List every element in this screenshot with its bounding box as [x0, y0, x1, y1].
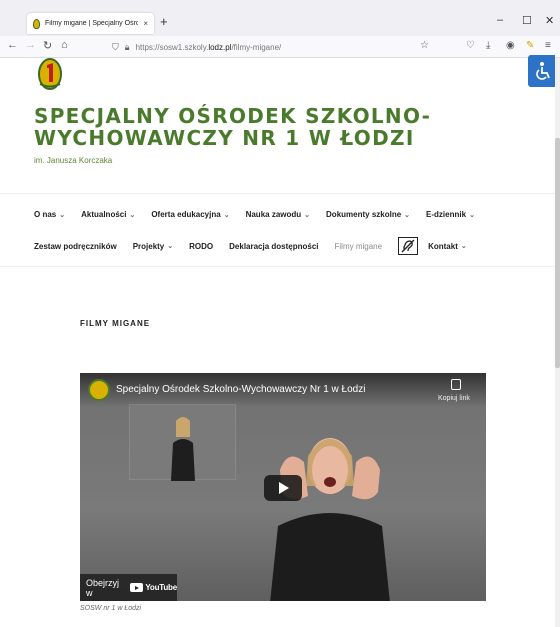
divider — [0, 193, 555, 194]
menu-item-label: Aktualności — [81, 210, 127, 219]
menu-item-label: RODO — [189, 241, 214, 251]
chevron-down-icon: ⌄ — [59, 211, 66, 219]
chevron-down-icon: ⌄ — [167, 243, 174, 250]
play-icon — [279, 482, 289, 494]
menu-item-kontakt[interactable]: Kontakt ⌄ — [428, 237, 467, 255]
deaf-accessibility-icon[interactable] — [398, 237, 419, 255]
chevron-down-icon: ⌄ — [304, 211, 311, 219]
menu-item-projekty[interactable]: Projekty ⌄ — [133, 237, 173, 255]
watch-on-label: Obejrzyj w — [86, 577, 120, 598]
menu-item-aktualności[interactable]: Aktualności ⌄ — [81, 210, 135, 219]
menu-item-label: Nauka zawodu — [245, 210, 302, 219]
favicon-icon — [33, 18, 40, 29]
menu-item-deklaracja-dostępności[interactable]: Deklaracja dostępności — [229, 237, 318, 255]
scrollbar[interactable] — [555, 58, 560, 627]
accessibility-button[interactable] — [528, 55, 555, 87]
site-title[interactable]: SPECJALNY OŚRODEK SZKOLNO- WYCHOWAWCZY N… — [34, 105, 474, 149]
menu-item-e-dziennik[interactable]: E-dziennik ⌄ — [426, 210, 475, 219]
url-text: https://sosw1.szkoly.lodz.pl/filmy-migan… — [135, 42, 282, 52]
browser-nav-bar: ← → ↻ ⌂ ⛉ 🔒︎ https://sosw1.szkoly.lodz.p… — [0, 36, 560, 58]
video-caption: SOSW nr 1 w Łodzi — [80, 605, 142, 612]
menu-item-nauka-zawodu[interactable]: Nauka zawodu ⌄ — [246, 210, 310, 219]
video-inset-frame — [129, 404, 236, 481]
reload-icon[interactable]: ↻ — [43, 39, 52, 52]
close-window-icon[interactable]: ✕ — [545, 14, 554, 27]
browser-tab[interactable]: Filmy migane | Specjalny Ośrod × — [27, 13, 154, 34]
youtube-play-icon — [130, 583, 144, 592]
youtube-logo: YouTube — [130, 583, 177, 592]
chevron-down-icon: ⌄ — [223, 211, 230, 219]
url-bar[interactable]: ⛉ 🔒︎ https://sosw1.szkoly.lodz.pl/filmy-… — [112, 39, 437, 55]
forward-icon[interactable]: → — [25, 39, 36, 51]
home-icon[interactable]: ⌂ — [61, 39, 68, 51]
video-title[interactable]: Specjalny Ośrodek Szkolno-Wychowawczy Nr… — [116, 384, 365, 395]
menu-item-o-nas[interactable]: O nas ⌄ — [34, 210, 65, 219]
menu-item-oferta-edukacyjna[interactable]: Oferta edukacyjna ⌄ — [151, 210, 229, 219]
menu-item-zestaw-podręczników[interactable]: Zestaw podręczników — [34, 237, 117, 255]
play-button[interactable] — [264, 475, 302, 501]
tab-title: Filmy migane | Specjalny Ośrod — [45, 20, 139, 27]
extension-icon[interactable]: ◉ — [506, 40, 515, 51]
watch-on-youtube-button[interactable]: Obejrzyj w YouTube — [80, 574, 177, 601]
shield-icon: ⛉ — [112, 41, 119, 52]
person-figure — [171, 417, 195, 481]
browser-tab-bar: Filmy migane | Specjalny Ośrod × + – ☐ ✕ — [0, 0, 560, 36]
menu-icon[interactable]: ≡ — [545, 40, 551, 51]
menu-item-label: Deklaracja dostępności — [229, 241, 319, 251]
extension-pencil-icon[interactable]: ✎ — [526, 40, 534, 51]
web-page: SPECJALNY OŚRODEK SZKOLNO- WYCHOWAWCZY N… — [0, 58, 555, 627]
site-title-line2: WYCHOWAWCZY NR 1 W ŁODZI — [34, 126, 415, 150]
bookmark-star-icon[interactable]: ☆ — [420, 40, 429, 51]
site-title-line1: SPECJALNY OŚRODEK SZKOLNO- — [34, 104, 432, 128]
wheelchair-icon — [535, 62, 550, 80]
minimize-icon[interactable]: – — [497, 14, 503, 26]
menu-item-label: Projekty — [132, 241, 165, 251]
youtube-wordmark: YouTube — [145, 583, 177, 592]
channel-avatar[interactable] — [88, 379, 110, 401]
lock-icon: 🔒︎ — [124, 41, 130, 52]
back-icon[interactable]: ← — [7, 39, 18, 51]
sign-language-interpreter — [270, 438, 390, 601]
download-icon[interactable]: ⤓ — [486, 40, 490, 51]
scrollbar-thumb[interactable] — [555, 138, 560, 368]
menu-item-dokumenty-szkolne[interactable]: Dokumenty szkolne ⌄ — [326, 210, 410, 219]
page-title: FILMY MIGANE — [80, 319, 151, 328]
maximize-icon[interactable]: ☐ — [522, 14, 532, 27]
menu-item-label: Zestaw podręczników — [34, 241, 117, 251]
pocket-icon[interactable]: ♡ — [466, 40, 475, 51]
school-logo[interactable] — [34, 58, 66, 90]
main-menu-row1: O nas ⌄ Aktualności ⌄ Oferta edukacyjna ⌄ Nauk… — [34, 210, 491, 219]
chevron-down-icon: ⌄ — [469, 211, 475, 219]
copy-link-icon[interactable] — [451, 379, 461, 390]
menu-item-label: O nas — [34, 210, 57, 219]
tab-close-button[interactable]: × — [143, 19, 148, 28]
menu-item-label: Filmy migane — [334, 241, 383, 251]
menu-item-rodo[interactable]: RODO — [189, 237, 213, 255]
copy-link-label[interactable]: Kopiuj link — [438, 395, 470, 402]
menu-item-label: Oferta edukacyjna — [151, 210, 221, 219]
divider — [0, 266, 555, 267]
menu-item-label: Dokumenty szkolne — [326, 210, 402, 219]
menu-item-label: Kontakt — [428, 241, 458, 251]
video-player[interactable]: Specjalny Ośrodek Szkolno-Wychowawczy Nr… — [80, 373, 486, 601]
chevron-down-icon: ⌄ — [129, 211, 136, 219]
main-menu-row2: Zestaw podręczników Projekty ⌄ RODO Deklarac… — [34, 237, 483, 255]
site-subtitle: im. Janusza Korczaka — [34, 156, 113, 165]
chevron-down-icon: ⌄ — [404, 211, 411, 219]
menu-item-label: E-dziennik — [426, 210, 467, 219]
menu-item-filmy-migane[interactable]: Filmy migane — [335, 237, 383, 255]
chevron-down-icon: ⌄ — [460, 243, 467, 250]
new-tab-button[interactable]: + — [160, 14, 168, 29]
